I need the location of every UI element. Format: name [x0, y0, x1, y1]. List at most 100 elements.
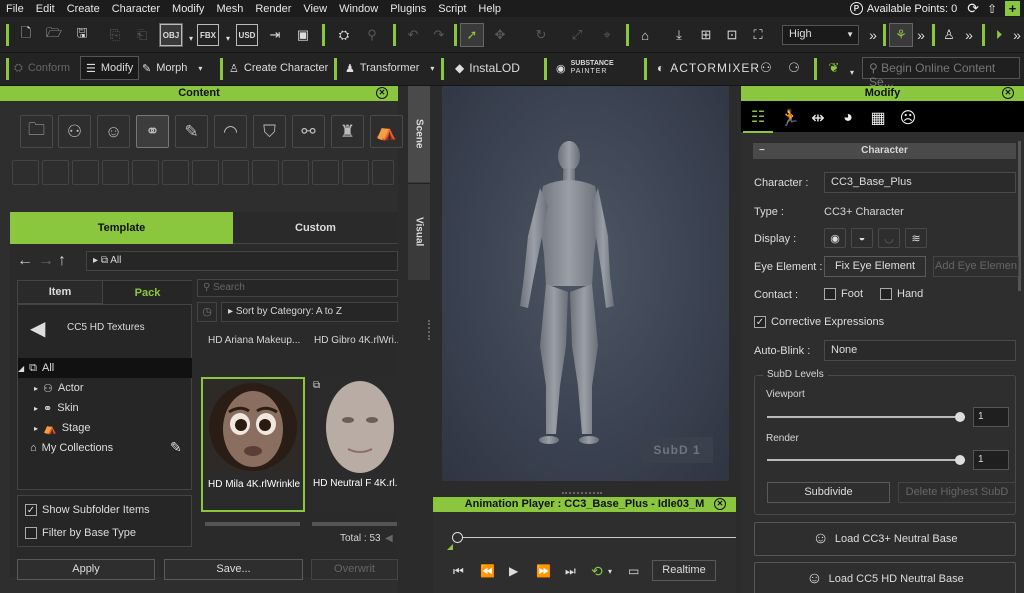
- scroll-left-icon[interactable]: ◀: [385, 533, 393, 544]
- instalod-button[interactable]: ◆ InstaLOD: [455, 56, 520, 80]
- tree-item-my-collections[interactable]: ⌂ My Collections: [30, 438, 113, 458]
- move-icon[interactable]: ✥: [489, 24, 511, 46]
- face-profile-icon[interactable]: ☹: [893, 103, 923, 133]
- thumb-hd-mila[interactable]: HD Mila 4K.rlWrinkle: [201, 377, 305, 512]
- export-icon[interactable]: ⎗: [131, 24, 153, 46]
- more-button[interactable]: »: [1006, 24, 1024, 46]
- menu-character[interactable]: Character: [106, 3, 166, 15]
- viewport-slider-knob[interactable]: [955, 412, 965, 422]
- close-icon[interactable]: ✕: [376, 87, 388, 99]
- transformer-button[interactable]: ♟ Transformer ▾: [345, 56, 434, 80]
- obj-icon[interactable]: OBJ: [159, 23, 183, 47]
- skip-start-icon[interactable]: ⏮: [453, 564, 464, 579]
- conform-button[interactable]: ⛭ Conform: [14, 56, 70, 80]
- usd-icon[interactable]: USD: [236, 24, 258, 46]
- skip-end-icon[interactable]: ⏭: [565, 564, 576, 579]
- makeup-icon[interactable]: ✎: [175, 115, 208, 148]
- import-icon[interactable]: ⎘: [104, 24, 126, 46]
- create-character-button[interactable]: ♙ Create Character: [229, 56, 328, 80]
- more-button[interactable]: »: [958, 24, 980, 46]
- stage-icon[interactable]: ⛺: [370, 115, 403, 148]
- breadcrumb[interactable]: ▸ ⧉ All: [86, 251, 398, 271]
- tab-custom[interactable]: Custom: [233, 212, 398, 244]
- timeline-track[interactable]: [458, 537, 736, 538]
- figure-icon[interactable]: ♙: [938, 24, 960, 46]
- render-screen-icon[interactable]: ▣: [292, 24, 314, 46]
- show-subfolder-checkbox[interactable]: ✓ Show Subfolder Items: [25, 500, 150, 520]
- history-icon[interactable]: ◷: [197, 302, 217, 322]
- filter-base-checkbox[interactable]: Filter by Base Type: [25, 523, 136, 543]
- new-file-icon[interactable]: 🗋: [15, 24, 37, 46]
- running-figure-icon[interactable]: 🏃: [775, 103, 805, 133]
- snap-icon[interactable]: ⌖: [596, 24, 618, 46]
- menu-view[interactable]: View: [297, 3, 333, 15]
- apply-button[interactable]: Apply: [17, 559, 155, 580]
- frame-all-icon[interactable]: ⊞: [695, 24, 717, 46]
- list-item[interactable]: HD Gibro 4K.rlWri...: [314, 335, 398, 346]
- eye-lash-icon[interactable]: ≋: [905, 228, 927, 248]
- add-eye-element-button[interactable]: Add Eye Elemen: [933, 256, 1019, 277]
- tab-visual[interactable]: Visual: [408, 183, 430, 280]
- quality-dropdown[interactable]: High ▼: [782, 25, 859, 45]
- load-cc5-hd-neutral-base-button[interactable]: ☺ Load CC5 HD Neutral Base: [754, 562, 1016, 593]
- checker-icon[interactable]: ▦: [863, 103, 893, 133]
- camera-icon[interactable]: ⛶: [747, 24, 769, 46]
- tree-item-skin[interactable]: ▸ ⚭ Skin: [34, 398, 79, 418]
- splitter-handle[interactable]: [428, 320, 432, 340]
- realtime-button[interactable]: Realtime: [652, 560, 716, 581]
- timeline-knob[interactable]: [452, 532, 463, 543]
- tree-item-stage[interactable]: ▸ ⛺ Stage: [34, 418, 90, 438]
- render-slider-knob[interactable]: [955, 455, 965, 465]
- tab-template[interactable]: Template: [10, 212, 233, 244]
- plant-icon[interactable]: ⚘: [889, 23, 913, 47]
- subdivide-button[interactable]: Subdivide: [767, 482, 890, 503]
- tree-item-actor[interactable]: ▸ ⚇ Actor: [34, 378, 84, 398]
- thumb-hd-neutral-f[interactable]: ⧉ HD Neutral F 4K.rl...: [308, 377, 398, 512]
- menu-edit[interactable]: Edit: [30, 3, 61, 15]
- hand-checkbox[interactable]: Hand: [880, 284, 923, 304]
- send-icon[interactable]: ⇥: [264, 24, 286, 46]
- 3d-viewport[interactable]: SubD 1: [442, 86, 729, 481]
- menu-mesh[interactable]: Mesh: [210, 3, 249, 15]
- refresh-icon[interactable]: ⟳: [967, 0, 979, 17]
- render-stepper[interactable]: 1: [973, 450, 1009, 470]
- open-folder-icon[interactable]: 🗁: [43, 24, 65, 46]
- accessory-icon[interactable]: ⚯: [292, 115, 325, 148]
- substance-painter-button[interactable]: ◉ SUBSTANCE PAINTER: [556, 56, 614, 80]
- head-icon[interactable]: ☺: [97, 115, 130, 148]
- online-content-search[interactable]: ⚲ Begin Online Content Se...: [862, 57, 1020, 89]
- motion-icon[interactable]: ♜: [331, 115, 364, 148]
- content-search-input[interactable]: ⚲ Search: [197, 279, 398, 297]
- save-button[interactable]: Save...: [164, 559, 303, 580]
- home-icon[interactable]: ⌂: [634, 24, 656, 46]
- menu-script[interactable]: Script: [432, 3, 472, 15]
- undo-icon[interactable]: ↶: [402, 24, 424, 46]
- fbx-icon[interactable]: FBX: [197, 24, 219, 46]
- menu-modify[interactable]: Modify: [166, 3, 210, 15]
- viewport-slider-track[interactable]: [767, 416, 965, 418]
- splitter-handle[interactable]: [562, 492, 602, 495]
- character-field[interactable]: CC3_Base_Plus: [824, 172, 1016, 193]
- tree-item-all[interactable]: ◢ ⧉ All: [18, 358, 192, 378]
- more-button[interactable]: »: [862, 24, 884, 46]
- palette-icon[interactable]: ◕: [833, 103, 863, 133]
- subtab-pack[interactable]: Pack: [103, 280, 192, 304]
- pencil-icon[interactable]: ✎: [170, 439, 182, 456]
- morph-arrows-icon[interactable]: ⇹: [803, 103, 833, 133]
- sync-person-icon[interactable]: ⚆: [783, 57, 805, 79]
- rewind-icon[interactable]: ⏪: [480, 564, 495, 578]
- delete-highest-subd-button[interactable]: Delete Highest SubD: [898, 482, 1016, 503]
- hair-icon[interactable]: ◠: [214, 115, 247, 148]
- add-points-button[interactable]: +: [1005, 1, 1020, 16]
- fast-forward-icon[interactable]: ⏩: [536, 564, 551, 578]
- play-icon[interactable]: ▶: [509, 564, 518, 578]
- loop-icon[interactable]: ⟲: [591, 563, 603, 580]
- menu-window[interactable]: Window: [333, 3, 384, 15]
- fit-down-icon[interactable]: ⤓: [668, 24, 690, 46]
- subtab-item[interactable]: Item: [17, 280, 103, 304]
- viewport-stepper[interactable]: 1: [973, 407, 1009, 427]
- back-arrow-icon[interactable]: ←: [17, 252, 33, 270]
- pose-icon[interactable]: ⚲: [361, 24, 383, 46]
- menu-plugins[interactable]: Plugins: [384, 3, 432, 15]
- up-arrow-icon[interactable]: ↑: [58, 252, 66, 270]
